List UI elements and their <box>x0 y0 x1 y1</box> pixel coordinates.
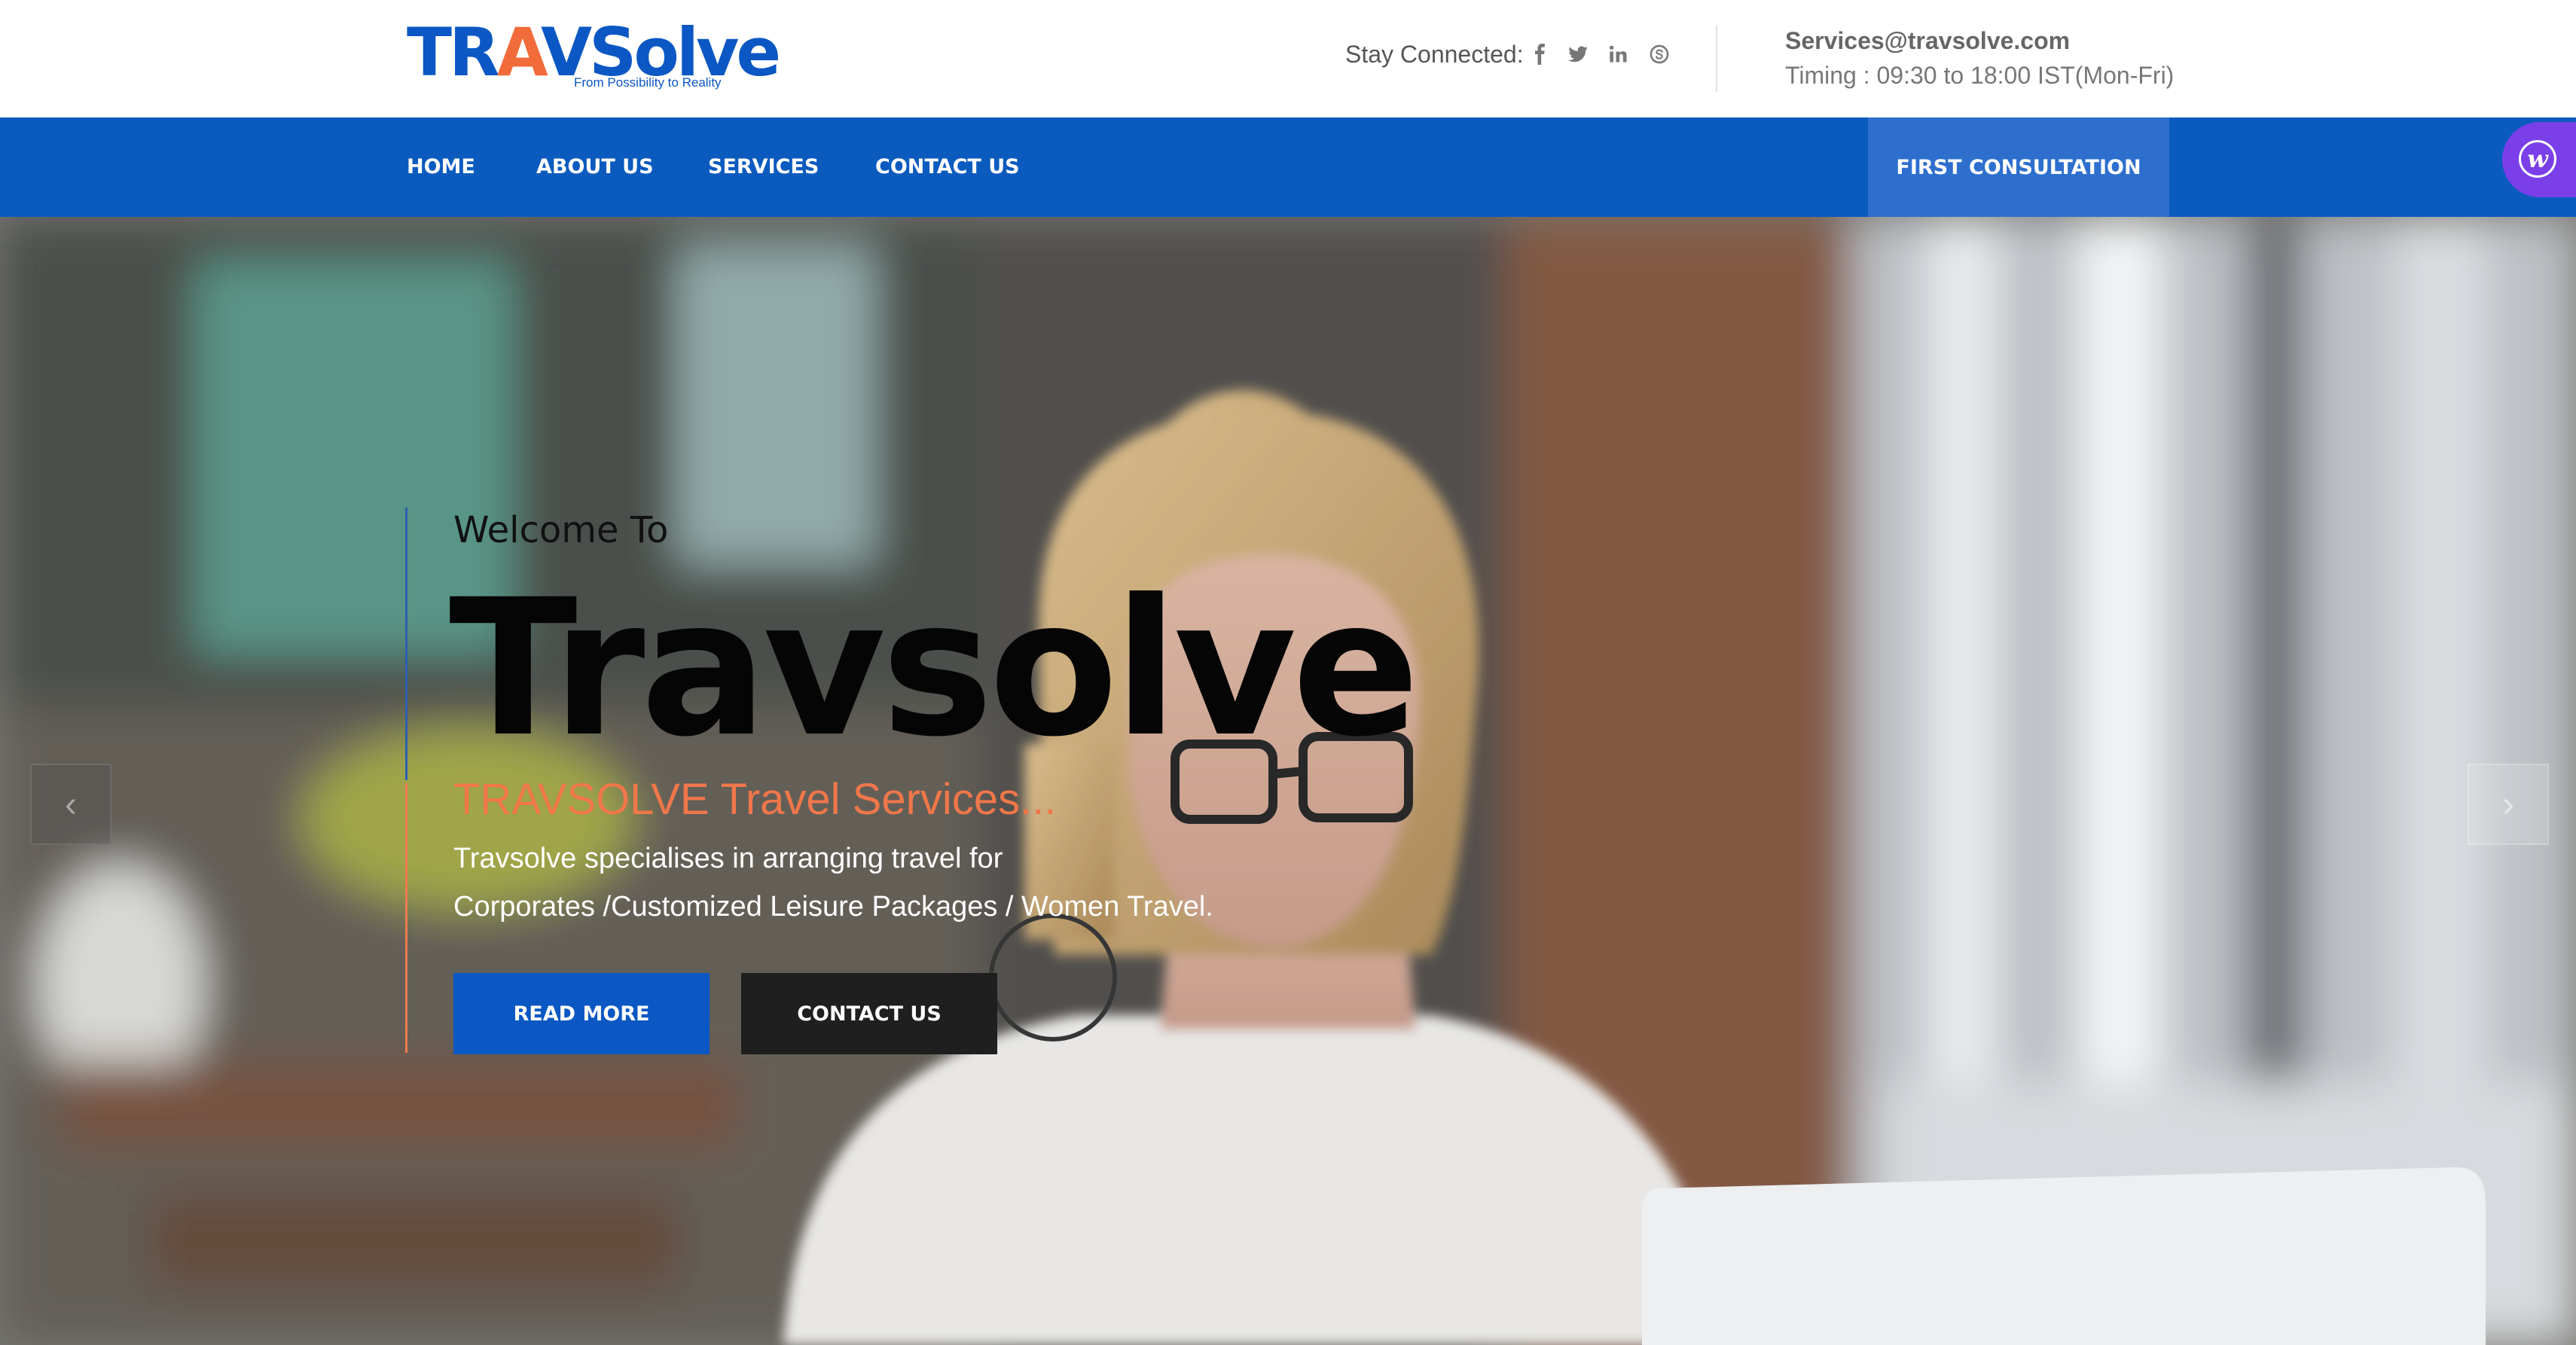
stay-connected-label: Stay Connected: <box>1345 41 1524 68</box>
first-consultation-button[interactable]: FIRST CONSULTATION <box>1868 117 2169 217</box>
chevron-left-icon: ‹ <box>65 784 77 825</box>
twitter-icon[interactable] <box>1565 41 1591 68</box>
main-navigation: HOME ABOUT US SERVICES CONTACT US FIRST … <box>0 117 2576 217</box>
hero-accent-line-blue <box>405 508 407 780</box>
hero-subtitle: TRAVSOLVE Travel Services... <box>453 775 1057 824</box>
logo-text-part1: TR <box>407 14 500 91</box>
hero-description: Travsolve specialises in arranging trave… <box>453 834 1213 931</box>
hero-description-line-1: Travsolve specialises in arranging trave… <box>453 843 1003 874</box>
chevron-right-icon: › <box>2502 784 2514 825</box>
chat-widget-icon: w <box>2519 140 2556 178</box>
hero-contact-us-button[interactable]: CONTACT US <box>741 973 997 1054</box>
chat-widget-button[interactable]: w <box>2502 122 2576 197</box>
skype-icon[interactable] <box>1647 41 1672 68</box>
nav-about-us[interactable]: ABOUT US <box>536 117 654 217</box>
header-divider <box>1716 26 1717 92</box>
linkedin-icon[interactable] <box>1606 41 1631 68</box>
hero-slider: Welcome To Travsolve TRAVSOLVE Travel Se… <box>0 217 2576 1345</box>
top-header: TRAVSolve From Possibility to Reality St… <box>0 0 2576 117</box>
nav-services[interactable]: SERVICES <box>708 117 819 217</box>
hero-accent-line-orange <box>405 783 407 1053</box>
nav-home[interactable]: HOME <box>407 117 475 217</box>
travsolve-logo[interactable]: TRAVSolve From Possibility to Reality <box>407 14 781 91</box>
hero-description-line-2: Corporates /Customized Leisure Packages … <box>453 891 1213 923</box>
hero-welcome-text: Welcome To <box>453 509 669 551</box>
slider-next-arrow[interactable]: › <box>2468 764 2549 845</box>
logo-tagline: From Possibility to Reality <box>574 75 722 90</box>
logo-text-part2: A <box>496 14 544 91</box>
nav-contact-us[interactable]: CONTACT US <box>875 117 1020 217</box>
read-more-button[interactable]: READ MORE <box>453 973 710 1054</box>
slider-prev-arrow[interactable]: ‹ <box>30 764 111 845</box>
hero-title: Travsolve <box>449 559 1420 778</box>
contact-email[interactable]: Services@travsolve.com <box>1785 27 2070 55</box>
office-timing: Timing : 09:30 to 18:00 IST(Mon-Fri) <box>1785 62 2175 89</box>
facebook-icon[interactable] <box>1528 41 1553 68</box>
